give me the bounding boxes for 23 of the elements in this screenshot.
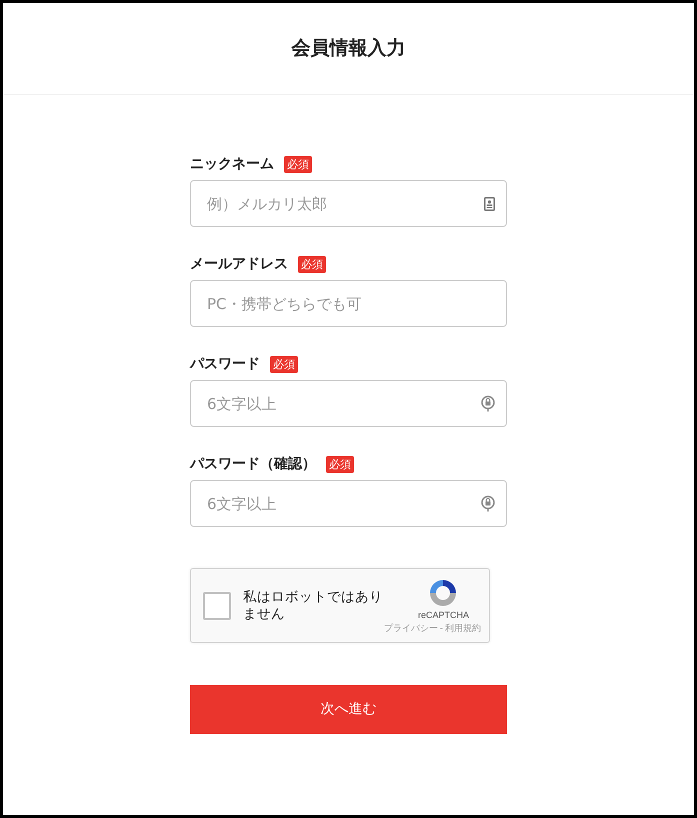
recaptcha-brand: reCAPTCHA bbox=[418, 609, 469, 622]
field-label: パスワード bbox=[190, 354, 260, 374]
contact-card-icon bbox=[484, 196, 495, 210]
text-field[interactable]: PC・携帯どちらでも可 bbox=[190, 280, 507, 327]
required-badge: 必須 bbox=[298, 256, 326, 272]
terms-link[interactable]: 利用規約 bbox=[445, 622, 481, 636]
text-field[interactable]: 6文字以上 bbox=[190, 480, 507, 527]
required-badge: 必須 bbox=[326, 456, 354, 472]
text-field[interactable]: 6文字以上 bbox=[190, 380, 507, 427]
field-label: ニックネーム bbox=[190, 154, 274, 174]
next-button[interactable]: 次へ進む bbox=[190, 685, 507, 734]
required-badge: 必須 bbox=[284, 156, 312, 172]
privacy-link[interactable]: プライバシー bbox=[384, 622, 438, 636]
lock-icon bbox=[481, 495, 495, 512]
link-separator: - bbox=[440, 622, 443, 636]
field-label: メールアドレス bbox=[190, 254, 288, 274]
captcha-label: 私はロボットではありません bbox=[243, 588, 384, 622]
field-label: パスワード（確認） bbox=[190, 454, 316, 474]
captcha-checkbox[interactable] bbox=[203, 592, 231, 620]
text-field[interactable]: 例）メルカリ太郎 bbox=[190, 180, 507, 227]
required-badge: 必須 bbox=[270, 356, 298, 372]
page-title: 会員情報入力 bbox=[292, 36, 406, 62]
lock-icon bbox=[481, 395, 495, 412]
